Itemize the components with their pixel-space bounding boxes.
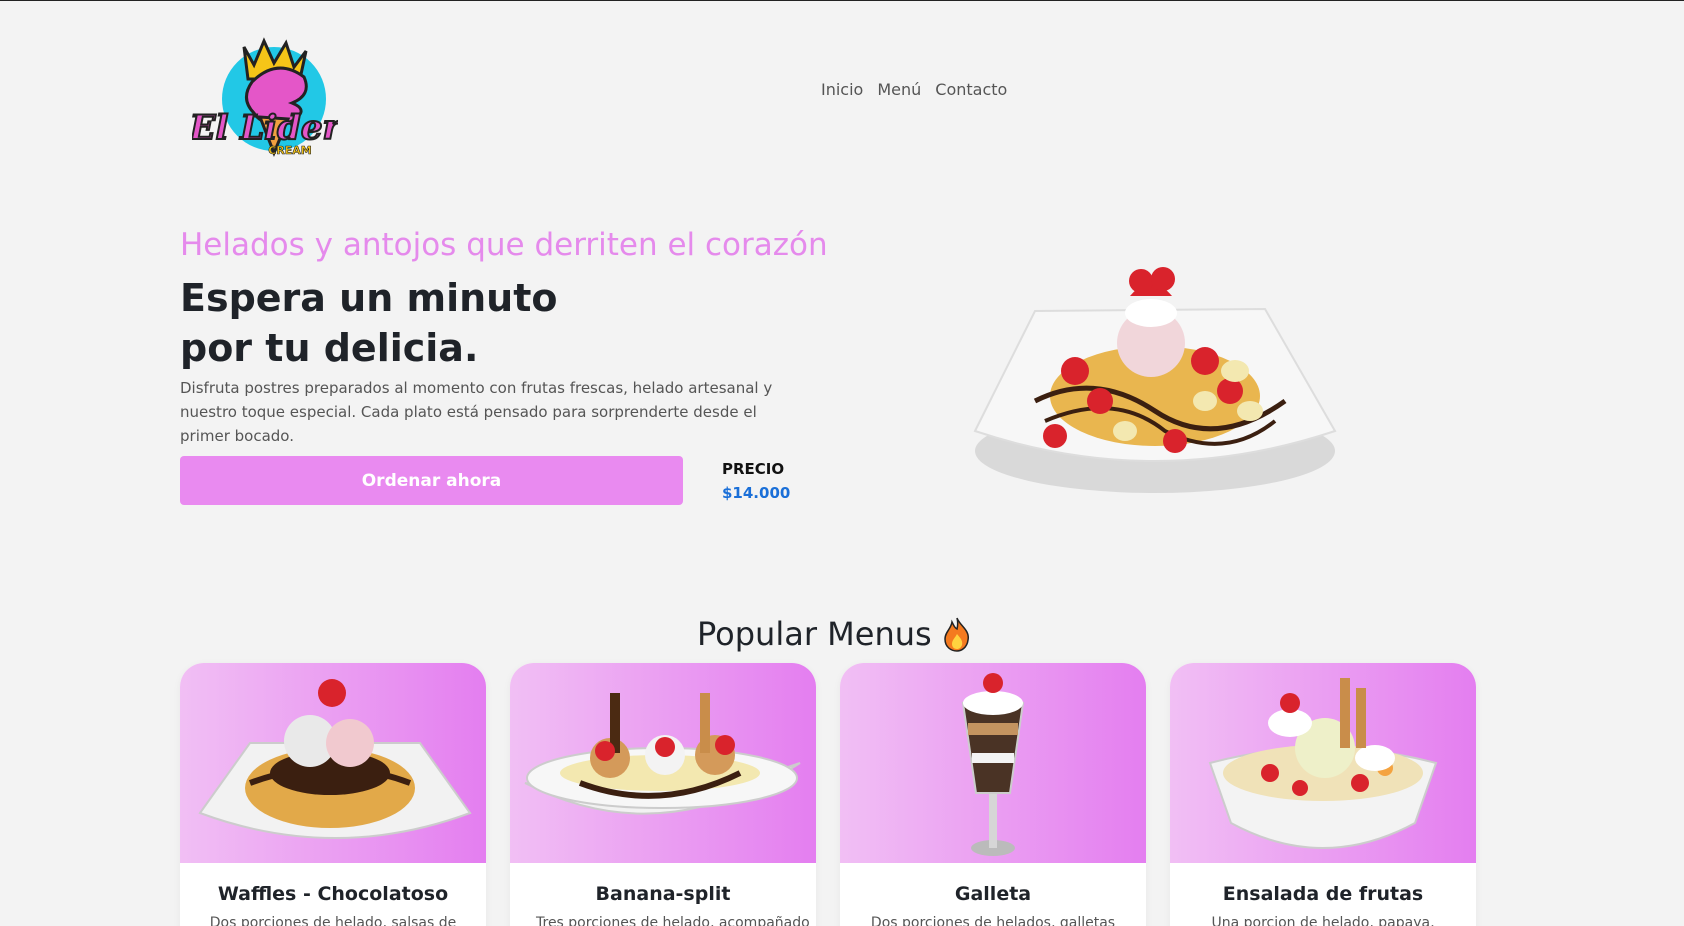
menu-card[interactable]: Ensalada de frutas Una porcion de helado… — [1170, 663, 1476, 926]
menu-card-description: Dos porciones de helado, salsas de — [209, 915, 457, 926]
menu-card-image — [1170, 663, 1476, 863]
menu-card-title: Ensalada de frutas — [1222, 883, 1424, 905]
hero-description: Disfruta postres preparados al momento c… — [180, 379, 773, 445]
price-label: PRECIO — [722, 460, 785, 478]
menu-card-title: Waffles - Chocolatoso — [217, 883, 449, 905]
menu-card[interactable]: Galleta Dos porciones de helados, gallet… — [840, 663, 1146, 926]
nav-item-inicio[interactable]: Inicio — [821, 80, 863, 99]
menu-card-title: Banana-split — [595, 883, 731, 905]
menu-card[interactable]: Waffles - Chocolatoso Dos porciones de h… — [180, 663, 486, 926]
popular-menus-list: Waffles - Chocolatoso Dos porciones de h… — [180, 663, 1476, 926]
order-now-button[interactable]: Ordenar ahora — [180, 456, 683, 505]
menu-card-image — [840, 663, 1146, 863]
menu-card-image — [510, 663, 816, 863]
logo-text: El Lider — [192, 108, 338, 148]
menu-card-description: Tres porciones de helado, acompañado — [536, 915, 810, 926]
menu-card-description: Una porcion de helado, papaya, — [1211, 915, 1435, 926]
hero-dessert-image — [973, 267, 1337, 493]
menu-card-image — [180, 663, 486, 863]
price-value: $14.000 — [722, 484, 791, 502]
menu-card[interactable]: Banana-split Tres porciones de helado, a… — [510, 663, 816, 926]
popular-menus-heading: Popular Menus — [697, 615, 972, 653]
brand-logo[interactable]: El Lider CREAM — [192, 27, 338, 173]
nav-item-menu[interactable]: Menú — [877, 80, 921, 99]
hero-title: Espera un minuto por tu delicia. — [180, 273, 558, 373]
nav-item-contacto[interactable]: Contacto — [935, 80, 1007, 99]
logo-subtext: CREAM — [268, 144, 312, 157]
menu-card-title: Galleta — [954, 883, 1032, 905]
main-nav: Inicio Menú Contacto — [821, 80, 1007, 99]
menu-card-description: Dos porciones de helados, galletas — [870, 915, 1116, 926]
hero-subtitle: Helados y antojos que derriten el corazó… — [180, 227, 828, 263]
popular-menus-title: Popular Menus — [697, 615, 932, 653]
hero-title-line-2: por tu delicia. — [180, 326, 479, 370]
hero-title-line-1: Espera un minuto — [180, 276, 558, 320]
fire-icon — [943, 617, 969, 652]
